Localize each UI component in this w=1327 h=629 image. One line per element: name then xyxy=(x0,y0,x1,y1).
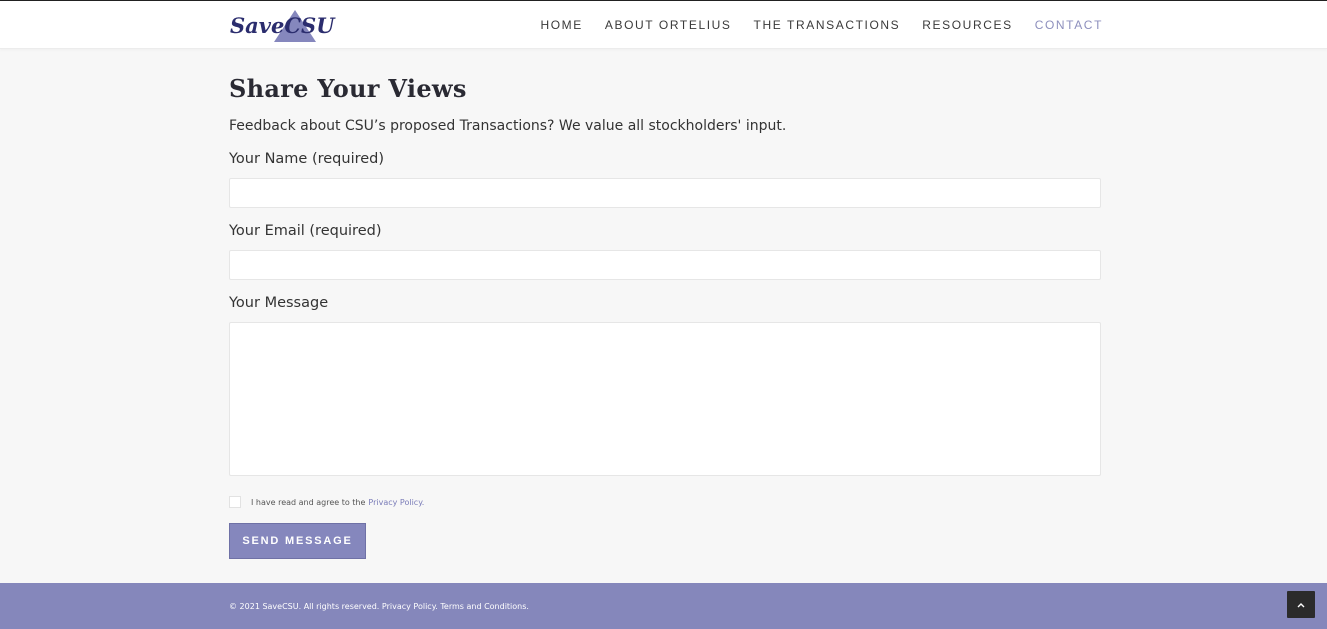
logo-text: SaveCSU xyxy=(230,13,335,38)
nav-item-the-transactions[interactable]: THE TRANSACTIONS xyxy=(754,18,901,32)
consent-text: I have read and agree to the xyxy=(251,497,366,507)
nav-item-resources[interactable]: RESOURCES xyxy=(922,18,1012,32)
chevron-up-icon xyxy=(1297,602,1305,607)
scroll-to-top-button[interactable] xyxy=(1287,591,1315,618)
privacy-consent: I have read and agree to the Privacy Pol… xyxy=(229,496,424,508)
footer-copyright: © 2021 SaveCSU. All rights reserved. Pri… xyxy=(229,602,529,611)
main-nav: HOME ABOUT ORTELIUS THE TRANSACTIONS RES… xyxy=(540,1,1103,48)
copyright-text: © 2021 SaveCSU. All rights reserved. xyxy=(229,602,380,611)
intro-text: Feedback about CSU’s proposed Transactio… xyxy=(229,118,787,134)
privacy-policy-link[interactable]: Privacy Policy. xyxy=(368,498,424,507)
email-field[interactable] xyxy=(229,250,1101,280)
nav-item-about-ortelius[interactable]: ABOUT ORTELIUS xyxy=(605,18,732,32)
name-field[interactable] xyxy=(229,178,1101,208)
send-message-button[interactable]: SEND MESSAGE xyxy=(229,523,366,559)
message-field[interactable] xyxy=(229,322,1101,476)
consent-checkbox[interactable] xyxy=(229,496,241,508)
nav-item-home[interactable]: HOME xyxy=(540,18,582,32)
site-header: SaveCSU HOME ABOUT ORTELIUS THE TRANSACT… xyxy=(0,1,1327,49)
email-label: Your Email (required) xyxy=(229,223,382,239)
site-logo[interactable]: SaveCSU xyxy=(230,8,335,42)
nav-item-contact[interactable]: CONTACT xyxy=(1035,18,1103,32)
page-title: Share Your Views xyxy=(229,74,467,103)
message-label: Your Message xyxy=(229,295,329,311)
site-footer: © 2021 SaveCSU. All rights reserved. Pri… xyxy=(0,583,1327,629)
footer-terms-link[interactable]: Terms and Conditions. xyxy=(440,602,529,611)
name-label: Your Name (required) xyxy=(229,151,385,167)
footer-privacy-link[interactable]: Privacy Policy. xyxy=(382,602,438,611)
